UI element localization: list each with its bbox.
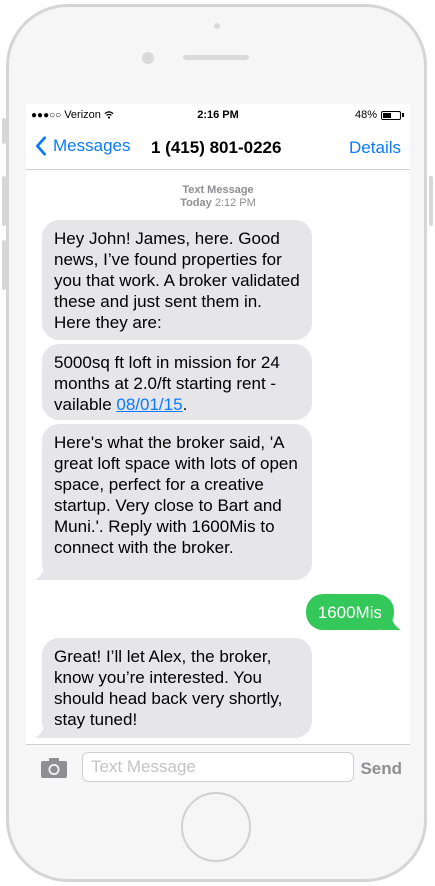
back-to-messages-button[interactable]: Messages [34, 136, 130, 156]
battery-fill [383, 112, 391, 118]
sent-message-bubble[interactable]: 1600Mis [305, 594, 401, 630]
bubble-tail [35, 562, 55, 580]
thread-day: Today [180, 197, 212, 209]
battery-icon [381, 110, 401, 120]
back-label: Messages [53, 136, 131, 155]
earpiece-speaker [183, 55, 249, 60]
chevron-left-icon [35, 136, 46, 156]
compose-bar: Send [26, 744, 410, 790]
message-text-end: . [182, 395, 188, 414]
phone-frame: ●●●○○ Verizon 2:16 PM 48% Messages 1 (41… [0, 0, 435, 886]
message-text: Here's what the broker said, 'A great lo… [54, 433, 298, 557]
received-message-bubble[interactable]: Hey John! James, here. Good news, I’ve f… [42, 220, 312, 340]
message-type-label: Text Message [182, 184, 254, 196]
message-thread[interactable]: Text Message Today 2:12 PM Hey John! Jam… [26, 170, 410, 744]
message-text: Great! I’ll let Alex, the broker, know y… [54, 647, 283, 729]
received-message-bubble[interactable]: Here's what the broker said, 'A great lo… [35, 424, 312, 580]
volume-down-button [2, 240, 6, 290]
proximity-sensor [142, 52, 154, 64]
screen: ●●●○○ Verizon 2:16 PM 48% Messages 1 (41… [26, 104, 410, 790]
bubble-tail [35, 720, 55, 738]
message-text: 1600Mis [317, 603, 382, 622]
thread-time: 2:12 PM [214, 197, 256, 209]
status-right: 48% [355, 109, 404, 121]
navigation-bar: Messages 1 (415) 801-0226 Details [26, 126, 410, 170]
received-message-bubble[interactable]: 5000sq ft loft in mission for 24 months … [42, 344, 312, 420]
mute-switch [2, 118, 6, 144]
battery-percent: 48% [354, 109, 377, 121]
power-button [429, 176, 433, 226]
details-button[interactable]: Details [349, 138, 401, 158]
home-button[interactable] [181, 792, 251, 862]
message-text: Hey John! James, here. Good news, I’ve f… [54, 229, 300, 332]
date-link[interactable]: 08/01/15 [116, 395, 182, 414]
thread-date: Today 2:12 PM [26, 197, 410, 210]
message-input[interactable] [82, 752, 354, 782]
front-camera [214, 23, 220, 29]
contact-title: 1 (415) 801-0226 [151, 138, 282, 157]
send-button[interactable]: Send [360, 759, 402, 779]
camera-icon[interactable] [40, 757, 68, 779]
received-message-bubble[interactable]: Great! I’ll let Alex, the broker, know y… [35, 638, 312, 738]
status-bar: ●●●○○ Verizon 2:16 PM 48% [26, 104, 410, 126]
bubble-tail [381, 612, 401, 630]
battery-tip [402, 113, 404, 117]
volume-up-button [2, 176, 6, 226]
status-time: 2:16 PM [197, 109, 239, 121]
thread-timestamp: Text Message Today 2:12 PM [26, 184, 410, 210]
